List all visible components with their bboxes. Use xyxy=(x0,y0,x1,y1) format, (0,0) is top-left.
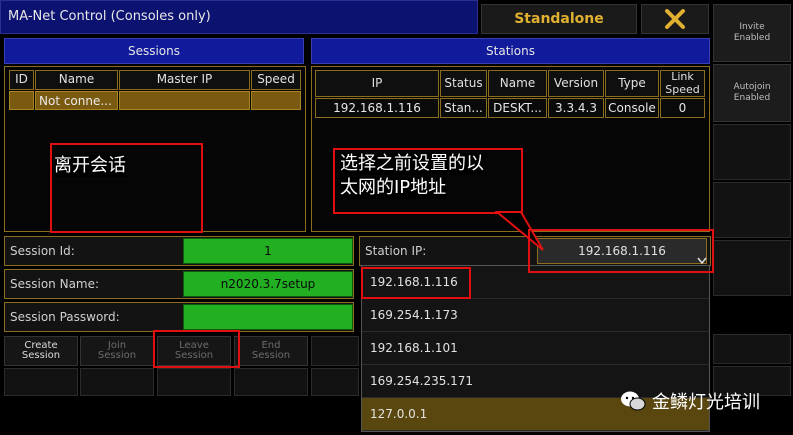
join-session-button[interactable]: Join Session xyxy=(80,336,154,366)
empty-button-row2-5[interactable] xyxy=(311,368,359,396)
close-x-icon xyxy=(665,9,685,29)
sessions-col-speed[interactable]: Speed xyxy=(251,70,301,90)
sessions-header: Sessions xyxy=(4,38,304,64)
sessions-cell-speed[interactable] xyxy=(251,91,301,110)
sessions-cell-master-ip[interactable] xyxy=(119,91,250,110)
standalone-button[interactable]: Standalone xyxy=(481,4,637,34)
empty-button-row2-1[interactable] xyxy=(4,368,78,396)
stations-col-version[interactable]: Version xyxy=(548,70,604,97)
select-ip-callout-line2: 太网的IP地址 xyxy=(340,177,447,199)
right-empty-button-1[interactable] xyxy=(713,124,791,180)
stations-cell-link-speed[interactable]: 0 xyxy=(660,98,705,118)
stations-cell-name[interactable]: DESKT... xyxy=(488,98,547,118)
right-empty-button-4[interactable] xyxy=(713,334,791,364)
sessions-cell-id[interactable] xyxy=(9,91,34,110)
end-session-button[interactable]: End Session xyxy=(234,336,308,366)
session-id-field[interactable]: 1 xyxy=(183,238,353,264)
stations-cell-version[interactable]: 3.3.4.3 xyxy=(548,98,604,118)
right-empty-button-2[interactable] xyxy=(713,182,791,238)
autojoin-enabled-button[interactable]: Autojoin Enabled xyxy=(713,64,791,122)
stations-col-ip[interactable]: IP xyxy=(315,70,439,97)
sessions-col-id[interactable]: ID xyxy=(9,70,34,90)
close-button[interactable] xyxy=(641,4,709,34)
invite-enabled-button[interactable]: Invite Enabled xyxy=(713,4,791,62)
empty-button-row1[interactable] xyxy=(311,336,359,366)
stations-col-link-speed[interactable]: Link Speed xyxy=(660,70,705,97)
sessions-col-master-ip[interactable]: Master IP xyxy=(119,70,250,90)
sessions-cell-name[interactable]: Not conne... xyxy=(35,91,118,110)
station-ip-highlight xyxy=(528,229,714,273)
create-session-button[interactable]: Create Session xyxy=(4,336,78,366)
right-empty-button-3[interactable] xyxy=(713,240,791,296)
stations-col-status[interactable]: Status xyxy=(440,70,487,97)
first-ip-option-highlight xyxy=(361,267,471,299)
empty-button-row2-4[interactable] xyxy=(234,368,308,396)
empty-button-row2-3[interactable] xyxy=(157,368,231,396)
wechat-icon xyxy=(621,391,646,411)
stations-header: Stations xyxy=(311,38,710,64)
stations-cell-type[interactable]: Console xyxy=(605,98,659,118)
window-title: MA-Net Control (Consoles only) xyxy=(8,9,211,24)
ip-option[interactable]: 192.168.1.101 xyxy=(362,332,709,365)
stations-col-type[interactable]: Type xyxy=(605,70,659,97)
empty-button-row2-2[interactable] xyxy=(80,368,154,396)
leave-session-highlight xyxy=(153,330,240,368)
ip-option[interactable]: 169.254.1.173 xyxy=(362,299,709,332)
select-ip-callout-line1: 选择之前设置的以 xyxy=(340,153,484,175)
stations-col-name[interactable]: Name xyxy=(488,70,547,97)
watermark-text: 金鳞灯光培训 xyxy=(652,392,760,413)
sessions-col-name[interactable]: Name xyxy=(35,70,118,90)
session-name-field[interactable]: n2020.3.7setup xyxy=(183,271,353,297)
leave-session-callout-text: 离开会话 xyxy=(54,155,126,177)
stations-cell-status[interactable]: Stan... xyxy=(440,98,487,118)
watermark: 金鳞灯光培训 xyxy=(620,388,760,414)
stations-cell-ip[interactable]: 192.168.1.116 xyxy=(315,98,439,118)
session-password-field[interactable] xyxy=(183,304,353,330)
